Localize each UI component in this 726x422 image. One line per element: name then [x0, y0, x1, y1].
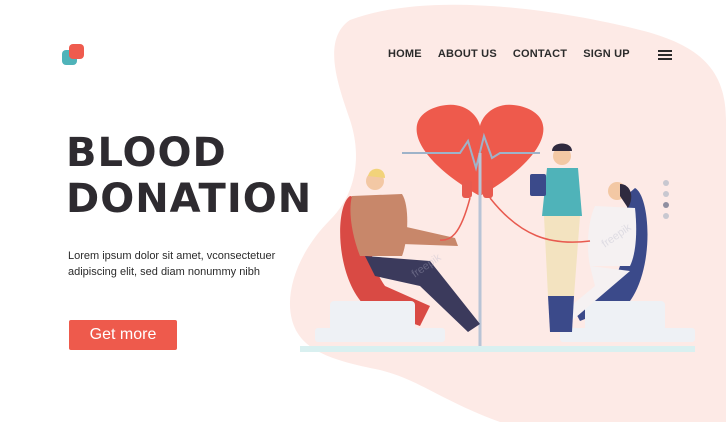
brand-logo[interactable] [62, 44, 86, 68]
get-more-button[interactable]: Get more [69, 320, 177, 350]
nav-sign-up[interactable]: SIGN UP [583, 48, 630, 60]
carousel-dots [663, 180, 669, 224]
carousel-dot[interactable] [663, 180, 669, 186]
title-line-1: BLOOD [66, 130, 227, 176]
nav-contact[interactable]: CONTACT [513, 48, 567, 60]
hamburger-icon[interactable] [658, 50, 672, 60]
carousel-dot[interactable] [663, 213, 669, 219]
nav-home[interactable]: HOME [388, 48, 422, 60]
title-line-2: DONATION [66, 176, 313, 222]
nav-about-us[interactable]: ABOUT US [438, 48, 497, 60]
top-nav: HOME ABOUT US CONTACT SIGN UP [388, 48, 646, 60]
hero-description: Lorem ipsum dolor sit amet, vconsectetue… [68, 250, 276, 278]
carousel-dot-active[interactable] [663, 202, 669, 208]
carousel-dot[interactable] [663, 191, 669, 197]
page-title: BLOOD DONATION [66, 130, 312, 222]
blood-donation-illustration [300, 104, 695, 352]
logo-square-red [69, 44, 84, 59]
